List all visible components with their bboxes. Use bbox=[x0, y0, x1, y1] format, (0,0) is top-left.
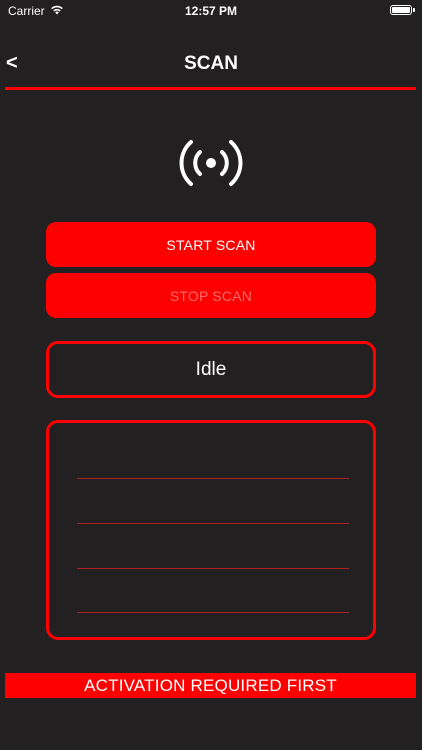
battery-icon bbox=[390, 5, 415, 15]
page-title: SCAN bbox=[184, 53, 238, 74]
list-item bbox=[77, 523, 349, 524]
status-bar: Carrier 12:57 PM bbox=[0, 0, 422, 22]
scan-results-list bbox=[46, 420, 376, 640]
status-time: 12:57 PM bbox=[184, 4, 238, 18]
scan-status-text: Idle bbox=[195, 358, 227, 380]
list-item bbox=[77, 478, 349, 479]
list-item bbox=[77, 568, 349, 569]
nav-divider bbox=[5, 87, 416, 90]
scan-status-box: Idle bbox=[46, 341, 376, 398]
stop-scan-button[interactable]: STOP SCAN bbox=[46, 273, 376, 318]
navigation-bar: < SCAN bbox=[0, 44, 422, 88]
list-item bbox=[77, 612, 349, 613]
start-scan-button[interactable]: START SCAN bbox=[46, 222, 376, 267]
activation-banner: ACTIVATION REQUIRED FIRST bbox=[5, 673, 416, 698]
broadcast-icon bbox=[176, 136, 246, 190]
